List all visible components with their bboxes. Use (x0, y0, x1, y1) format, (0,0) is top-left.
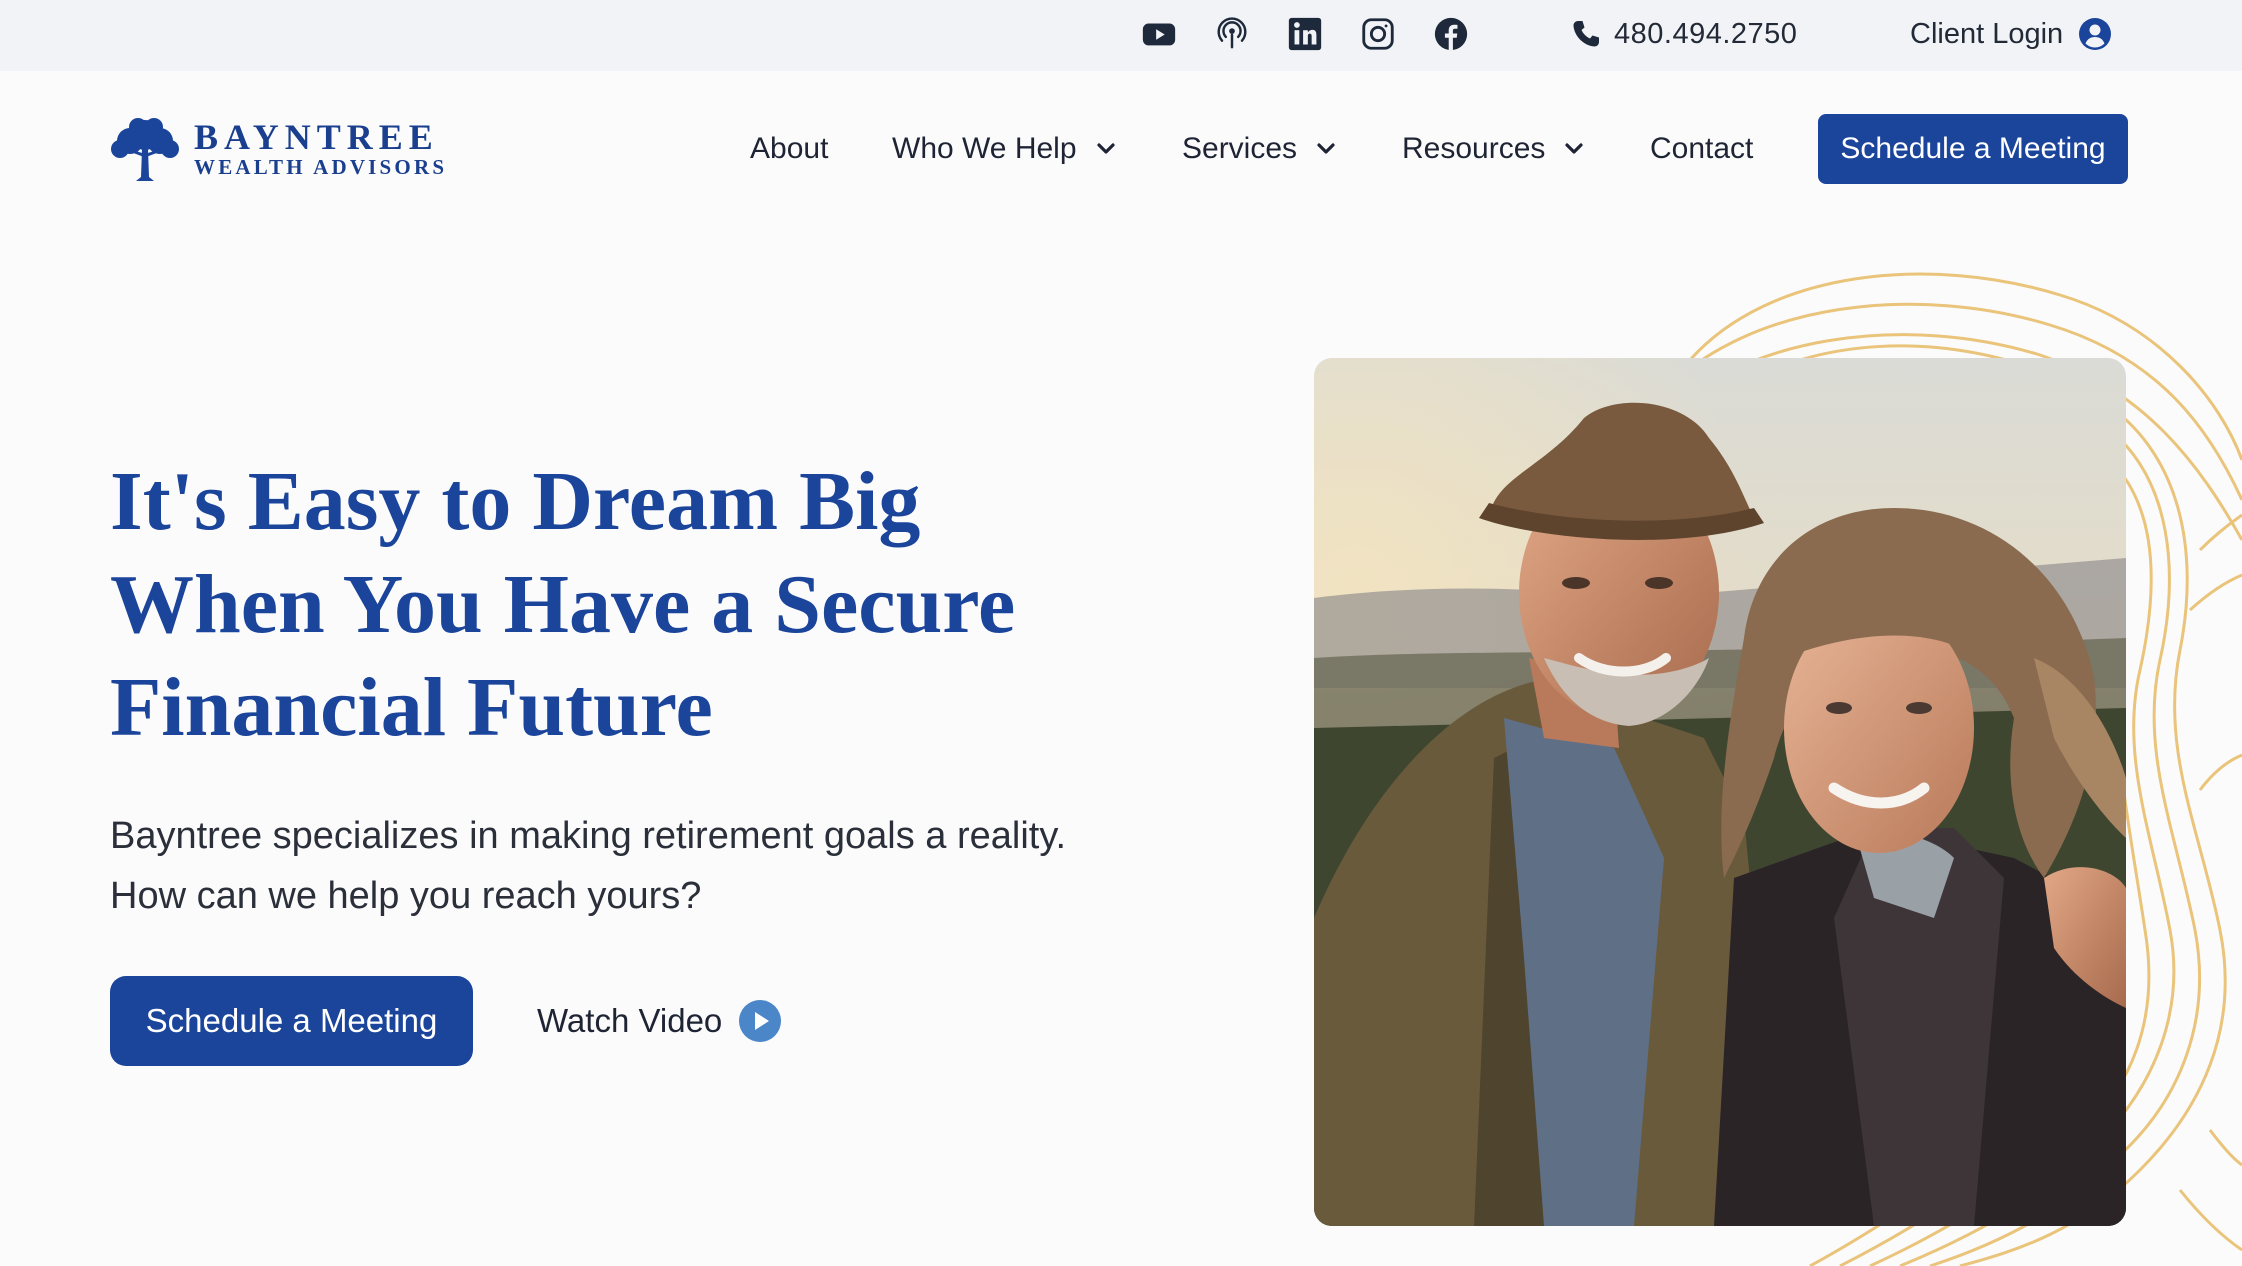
phone-number: 480.494.2750 (1614, 17, 1798, 50)
hero-title-line: When You Have a Secure (110, 558, 1016, 651)
podcast-icon[interactable] (1212, 14, 1252, 54)
hero-schedule-meeting-button[interactable]: Schedule a Meeting (110, 976, 473, 1066)
nav-services-label: Services (1182, 132, 1298, 165)
nav-schedule-meeting-button[interactable]: Schedule a Meeting (1818, 114, 2128, 184)
client-login-link[interactable]: Client Login (1910, 14, 2113, 54)
play-icon (739, 1000, 782, 1042)
tree-icon (111, 118, 179, 181)
brand-name: BAYNTREE (194, 116, 439, 157)
brand-subtitle: WEALTH ADVISORS (194, 154, 448, 179)
nav-contact[interactable]: Contact (1650, 124, 1753, 174)
watch-video-label: Watch Video (537, 1002, 723, 1039)
hero-title: It's Easy to Dream Big When You Have a S… (110, 450, 1210, 759)
nav-who-we-help-label: Who We Help (892, 132, 1077, 165)
nav-about[interactable]: About (750, 124, 828, 174)
chevron-down-icon (1565, 143, 1584, 154)
watch-video-link[interactable]: Watch Video (537, 996, 782, 1046)
facebook-icon[interactable] (1431, 14, 1471, 54)
hero-title-line: It's Easy to Dream Big (110, 455, 921, 548)
phone-icon (1573, 21, 1599, 47)
youtube-icon[interactable] (1139, 14, 1179, 54)
nav-resources-label: Resources (1402, 132, 1546, 165)
hero-subtitle-line: Bayntree specializes in making retiremen… (110, 815, 1067, 857)
brand-logo[interactable]: BAYNTREE WEALTH ADVISORS (108, 113, 447, 183)
hero-photo-couple (1314, 358, 2126, 1226)
client-login-label: Client Login (1910, 17, 2064, 50)
linkedin-icon[interactable] (1285, 14, 1325, 54)
nav-services[interactable]: Services (1182, 124, 1339, 174)
utility-bar: 480.494.2750 Client Login (0, 0, 2242, 71)
nav-contact-label: Contact (1650, 132, 1754, 165)
nav-resources[interactable]: Resources (1402, 124, 1587, 174)
chevron-down-icon (1096, 143, 1115, 154)
hero-subtitle: Bayntree specializes in making retiremen… (110, 806, 1260, 926)
user-circle-icon (2079, 18, 2112, 50)
chevron-down-icon (1317, 143, 1335, 154)
phone-link[interactable]: 480.494.2750 (1570, 14, 1797, 54)
nav-who-we-help[interactable]: Who We Help (892, 124, 1119, 174)
hero-subtitle-line: How can we help you reach yours? (110, 875, 702, 917)
nav-about-label: About (750, 132, 829, 165)
instagram-icon[interactable] (1358, 14, 1398, 54)
hero-title-line: Financial Future (110, 661, 713, 754)
